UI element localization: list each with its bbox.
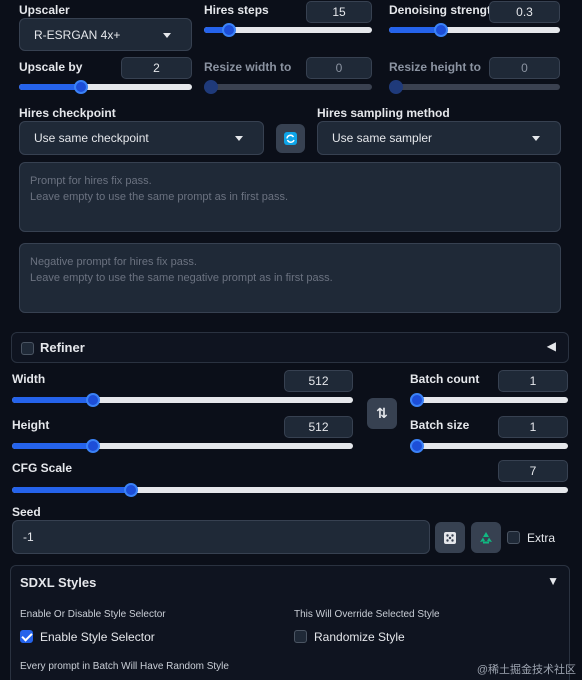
seed-label: Seed <box>12 505 41 519</box>
cfg-scale-slider[interactable] <box>12 483 568 497</box>
chevron-down-icon <box>163 33 171 38</box>
resize-height-input[interactable]: 0 <box>489 57 560 79</box>
upscale-by-slider[interactable] <box>19 80 192 94</box>
refresh-checkpoint-button[interactable] <box>276 124 305 153</box>
hires-checkpoint-label: Hires checkpoint <box>19 106 116 120</box>
collapse-arrow-icon[interactable]: ◀ <box>547 339 556 353</box>
enable-style-header: Enable Or Disable Style Selector <box>20 609 166 620</box>
upscaler-label: Upscaler <box>19 3 70 17</box>
upscale-by-input[interactable]: 2 <box>121 57 192 79</box>
swap-dimensions-button[interactable]: ⇅ <box>367 398 397 429</box>
hires-prompt-placeholder-line1: Prompt for hires fix pass. <box>30 175 152 187</box>
extra-checkbox[interactable] <box>507 531 520 544</box>
dice-icon <box>444 531 456 544</box>
hires-sampling-value: Use same sampler <box>332 131 433 145</box>
refiner-label: Refiner <box>40 340 85 355</box>
upscale-by-thumb[interactable] <box>74 80 88 94</box>
resize-width-label: Resize width to <box>204 60 292 74</box>
hires-prompt-textarea[interactable]: Prompt for hires fix pass. Leave empty t… <box>19 162 561 232</box>
refiner-panel[interactable]: Refiner ◀ <box>11 332 569 363</box>
hires-steps-input[interactable]: 15 <box>306 1 372 23</box>
resize-height-slider[interactable] <box>389 80 560 94</box>
denoising-slider[interactable] <box>389 23 560 37</box>
denoising-label: Denoising strength <box>389 3 499 17</box>
resize-width-slider[interactable] <box>204 80 372 94</box>
refiner-checkbox[interactable] <box>21 342 34 355</box>
upscaler-value: R-ESRGAN 4x+ <box>34 28 121 42</box>
reuse-seed-button[interactable] <box>471 522 501 553</box>
hires-sampling-label: Hires sampling method <box>317 106 450 120</box>
refresh-icon <box>284 132 297 145</box>
batch-count-input[interactable]: 1 <box>498 370 568 392</box>
hires-steps-thumb[interactable] <box>222 23 236 37</box>
height-thumb[interactable] <box>86 439 100 453</box>
cfg-scale-thumb[interactable] <box>124 483 138 497</box>
enable-style-label: Enable Style Selector <box>40 630 155 644</box>
enable-style-checkbox[interactable] <box>20 630 33 643</box>
cfg-scale-label: CFG Scale <box>12 461 73 475</box>
resize-width-input[interactable]: 0 <box>306 57 372 79</box>
upscaler-dropdown[interactable]: R-ESRGAN 4x+ <box>19 18 192 51</box>
resize-height-label: Resize height to <box>389 60 482 74</box>
resize-width-thumb[interactable] <box>204 80 218 94</box>
batch-size-slider[interactable] <box>410 439 568 453</box>
width-fill <box>12 397 93 403</box>
height-fill <box>12 443 93 449</box>
hires-checkpoint-value: Use same checkpoint <box>34 131 149 145</box>
extra-label: Extra <box>527 531 556 545</box>
swap-icon: ⇅ <box>376 405 388 421</box>
chevron-down-icon <box>235 136 243 141</box>
denoising-input[interactable]: 0.3 <box>489 1 560 23</box>
height-label: Height <box>12 418 50 432</box>
upscale-by-fill <box>19 84 81 90</box>
recycle-icon <box>480 531 492 543</box>
batch-size-input[interactable]: 1 <box>498 416 568 438</box>
hires-steps-slider[interactable] <box>204 23 372 37</box>
hires-sampling-dropdown[interactable]: Use same sampler <box>317 121 561 155</box>
width-input[interactable]: 512 <box>284 370 353 392</box>
batch-size-thumb[interactable] <box>410 439 424 453</box>
cfg-scale-fill <box>12 487 131 493</box>
random-style-footer: Every prompt in Batch Will Have Random S… <box>20 661 229 672</box>
override-style-header: This Will Override Selected Style <box>294 609 440 620</box>
watermark: @稀土掘金技术社区 <box>476 664 576 676</box>
hires-prompt-placeholder-line2: Leave empty to use the same prompt as in… <box>30 191 289 203</box>
randomize-style-checkbox[interactable] <box>294 630 307 643</box>
collapse-arrow-icon[interactable]: ▼ <box>547 574 559 588</box>
height-slider[interactable] <box>12 439 353 453</box>
denoising-thumb[interactable] <box>434 23 448 37</box>
batch-count-thumb[interactable] <box>410 393 424 407</box>
hires-neg-prompt-placeholder-line2: Leave empty to use the same negative pro… <box>30 272 333 284</box>
hires-negative-prompt-textarea[interactable]: Negative prompt for hires fix pass. Leav… <box>19 243 561 313</box>
resize-height-thumb[interactable] <box>389 80 403 94</box>
chevron-down-icon <box>532 136 540 141</box>
random-seed-button[interactable] <box>435 522 465 553</box>
upscale-by-label: Upscale by <box>19 60 83 74</box>
cfg-scale-input[interactable]: 7 <box>498 460 568 482</box>
batch-count-slider[interactable] <box>410 393 568 407</box>
batch-count-label: Batch count <box>410 372 480 386</box>
sdxl-styles-title: SDXL Styles <box>20 575 97 590</box>
hires-neg-prompt-placeholder-line1: Negative prompt for hires fix pass. <box>30 256 197 268</box>
width-label: Width <box>12 372 46 386</box>
hires-checkpoint-dropdown[interactable]: Use same checkpoint <box>19 121 264 155</box>
randomize-style-label: Randomize Style <box>314 630 405 644</box>
seed-input[interactable]: -1 <box>12 520 430 554</box>
hires-steps-label: Hires steps <box>204 3 269 17</box>
batch-size-label: Batch size <box>410 418 470 432</box>
width-thumb[interactable] <box>86 393 100 407</box>
width-slider[interactable] <box>12 393 353 407</box>
height-input[interactable]: 512 <box>284 416 353 438</box>
